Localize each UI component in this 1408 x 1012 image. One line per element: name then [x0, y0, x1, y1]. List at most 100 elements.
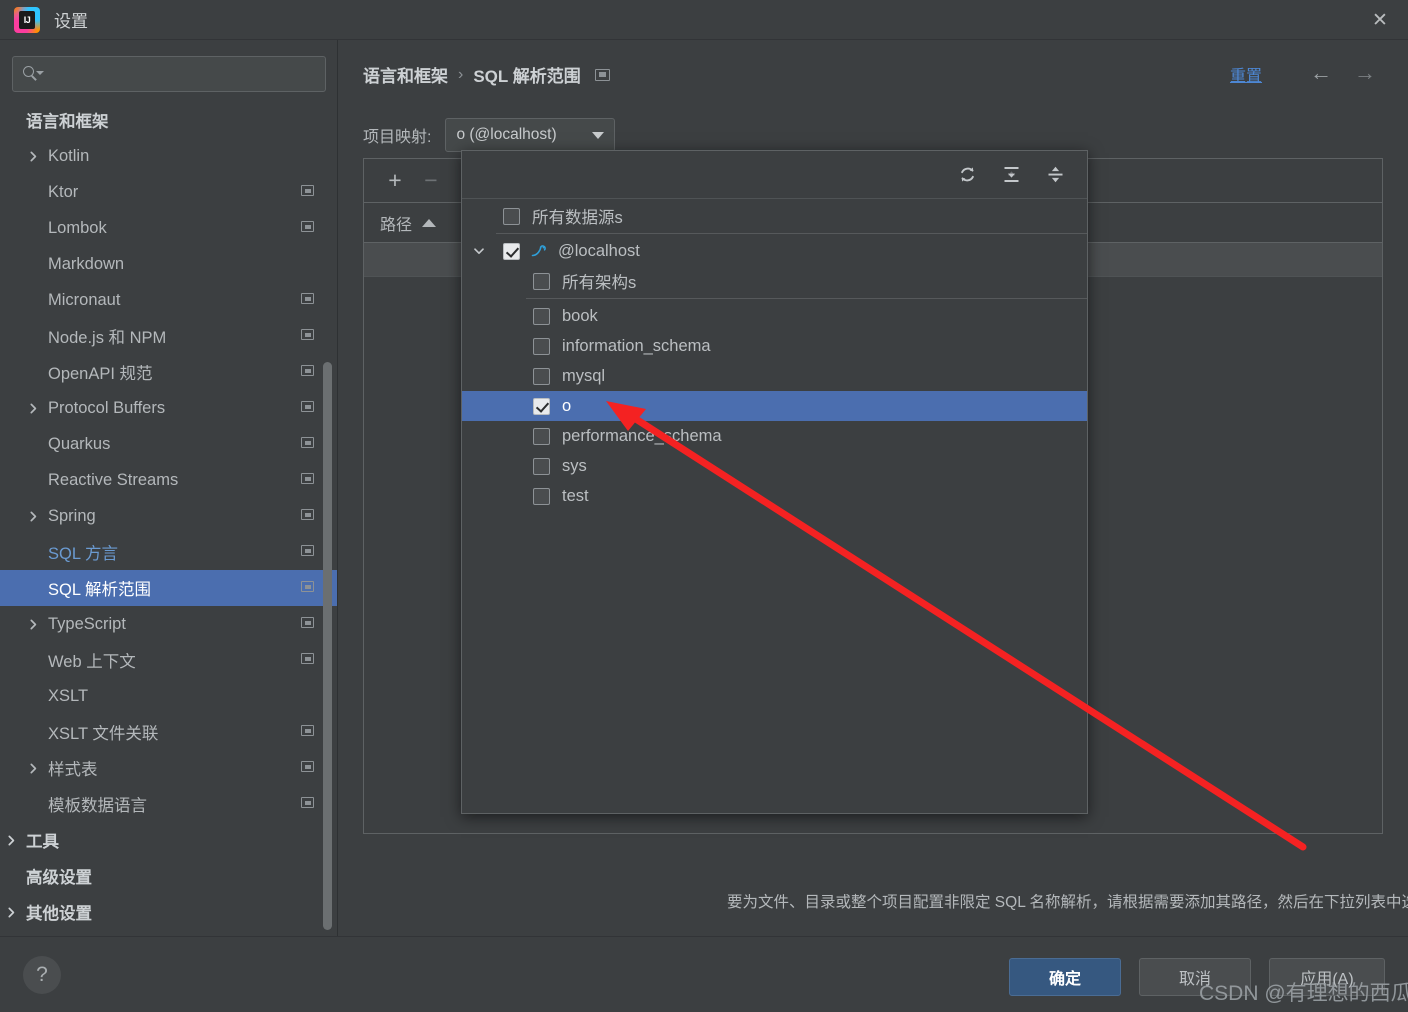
project-scope-badge-icon	[301, 653, 315, 667]
sidebar-item-label: Reactive Streams	[48, 470, 179, 489]
datasource-row-label: @localhost	[558, 241, 640, 260]
popup-toolbar	[462, 151, 1087, 199]
remove-path-button[interactable]: −	[414, 166, 448, 196]
datasource-row-label: 所有架构s	[562, 274, 637, 292]
refresh-icon[interactable]	[953, 161, 981, 189]
project-mapping-value: o (@localhost)	[456, 126, 557, 143]
sidebar-item-markdown[interactable]: Markdown	[0, 246, 337, 282]
ok-button[interactable]: 确定	[1009, 958, 1121, 996]
project-scope-badge-icon	[301, 293, 315, 307]
sidebar-item-reactive-streams[interactable]: Reactive Streams	[0, 462, 337, 498]
list-divider	[526, 298, 1087, 299]
sidebar-item-spring[interactable]: Spring	[0, 498, 337, 534]
checkbox[interactable]	[526, 367, 556, 385]
checkbox[interactable]	[496, 242, 526, 260]
search-icon	[23, 66, 45, 82]
collapse-all-icon[interactable]	[1041, 161, 1069, 189]
checkbox[interactable]	[526, 307, 556, 325]
project-scope-badge-icon	[301, 401, 315, 415]
checkbox[interactable]	[496, 207, 526, 225]
search-box[interactable]	[12, 56, 326, 92]
datasource-row-label: 所有数据源s	[532, 209, 623, 227]
chevron-right-icon[interactable]	[22, 403, 44, 414]
datasource-row-o[interactable]: o	[462, 391, 1087, 421]
sidebar-item-label: 工具	[26, 833, 59, 851]
checkbox[interactable]	[526, 337, 556, 355]
help-button[interactable]: ?	[23, 956, 61, 994]
apply-button[interactable]: 应用(A)	[1269, 958, 1385, 996]
back-arrow-icon[interactable]: ←	[1306, 60, 1336, 86]
cancel-button[interactable]: 取消	[1139, 958, 1251, 996]
datasource-row-@localhost[interactable]: @localhost	[462, 236, 1087, 266]
project-mapping-row: 项目映射: o (@localhost)	[363, 118, 616, 152]
datasource-row-sys[interactable]: sys	[462, 451, 1087, 481]
column-header-path-label: 路径	[380, 216, 413, 234]
chevron-right-icon[interactable]	[0, 907, 22, 918]
sidebar-item-ktor[interactable]: Ktor	[0, 174, 337, 210]
sidebar-item-typescript[interactable]: TypeScript	[0, 606, 337, 642]
sidebar-item-openapi-规范[interactable]: OpenAPI 规范	[0, 354, 337, 390]
sidebar-item-micronaut[interactable]: Micronaut	[0, 282, 337, 318]
breadcrumb-separator-icon: ›	[458, 65, 464, 83]
sidebar-item-label: 其他设置	[26, 905, 92, 923]
sidebar-item-label: 高级设置	[26, 869, 92, 887]
datasource-row-test[interactable]: test	[462, 481, 1087, 511]
sidebar-item-node.js-和-npm[interactable]: Node.js 和 NPM	[0, 318, 337, 354]
breadcrumb-parent[interactable]: 语言和框架	[363, 62, 448, 87]
datasource-row-performance_schema[interactable]: performance_schema	[462, 421, 1087, 451]
sidebar-item-quarkus[interactable]: Quarkus	[0, 426, 337, 462]
project-scope-badge-icon	[301, 797, 315, 811]
chevron-down-icon	[592, 131, 605, 139]
datasource-row-mysql[interactable]: mysql	[462, 361, 1087, 391]
dialog-footer: ? 确定 取消 应用(A)	[0, 936, 1408, 1012]
sidebar-item-xslt[interactable]: XSLT	[0, 678, 337, 714]
list-divider	[496, 233, 1087, 234]
sidebar-item-sql-解析范围[interactable]: SQL 解析范围	[0, 570, 337, 606]
sidebar-item-模板数据语言[interactable]: 模板数据语言	[0, 786, 337, 822]
datasource-row-information_schema[interactable]: information_schema	[462, 331, 1087, 361]
sort-ascending-icon	[422, 218, 437, 227]
chevron-right-icon[interactable]	[0, 835, 22, 846]
sidebar-scrollbar[interactable]	[323, 362, 332, 930]
sidebar-item-样式表[interactable]: 样式表	[0, 750, 337, 786]
datasource-scope-popup: 所有数据源s @localhost 所有架构s book information_sch…	[461, 150, 1088, 814]
checkbox[interactable]	[526, 427, 556, 445]
checkbox[interactable]	[526, 397, 556, 415]
checkbox[interactable]	[526, 487, 556, 505]
sidebar-item-kotlin[interactable]: Kotlin	[0, 138, 337, 174]
datasource-row-所有数据源s[interactable]: 所有数据源s	[462, 201, 1087, 231]
sidebar-item-label: Markdown	[48, 254, 125, 273]
chevron-right-icon[interactable]	[22, 511, 44, 522]
add-path-button[interactable]: +	[378, 166, 412, 196]
breadcrumb: 语言和框架 › SQL 解析范围	[363, 62, 610, 87]
checkbox[interactable]	[526, 457, 556, 475]
reset-link[interactable]: 重置	[1230, 62, 1262, 86]
chevron-down-icon[interactable]	[462, 245, 496, 257]
column-header-path[interactable]: 路径	[364, 211, 464, 235]
sidebar-item-其他设置[interactable]: 其他设置	[0, 894, 337, 930]
sidebar-item-语言和框架[interactable]: 语言和框架	[0, 102, 337, 138]
sidebar-item-protocol-buffers[interactable]: Protocol Buffers	[0, 390, 337, 426]
chevron-right-icon[interactable]	[22, 151, 44, 162]
sidebar-item-工具[interactable]: 工具	[0, 822, 337, 858]
sidebar-item-label: XSLT	[48, 686, 89, 705]
sidebar-item-label: OpenAPI 规范	[48, 365, 153, 383]
project-scope-badge-icon	[301, 545, 315, 559]
chevron-right-icon[interactable]	[22, 763, 44, 774]
settings-category-tree: 语言和框架 Kotlin Ktor Lombok Markdown Micronaut No…	[0, 102, 337, 930]
sidebar-item-sql-方言[interactable]: SQL 方言	[0, 534, 337, 570]
close-icon[interactable]: ✕	[1352, 0, 1408, 40]
chevron-right-icon[interactable]	[22, 619, 44, 630]
sidebar-item-web-上下文[interactable]: Web 上下文	[0, 642, 337, 678]
project-mapping-dropdown[interactable]: o (@localhost)	[445, 118, 616, 152]
datasource-row-book[interactable]: book	[462, 301, 1087, 331]
sidebar-item-lombok[interactable]: Lombok	[0, 210, 337, 246]
datasource-row-所有架构s[interactable]: 所有架构s	[462, 266, 1087, 296]
sidebar-item-高级设置[interactable]: 高级设置	[0, 858, 337, 894]
sidebar-item-xslt-文件关联[interactable]: XSLT 文件关联	[0, 714, 337, 750]
breadcrumb-current: SQL 解析范围	[473, 67, 581, 86]
search-input[interactable]	[45, 65, 325, 83]
checkbox[interactable]	[526, 272, 556, 290]
expand-all-icon[interactable]	[997, 161, 1025, 189]
forward-arrow-icon[interactable]: →	[1350, 60, 1380, 86]
